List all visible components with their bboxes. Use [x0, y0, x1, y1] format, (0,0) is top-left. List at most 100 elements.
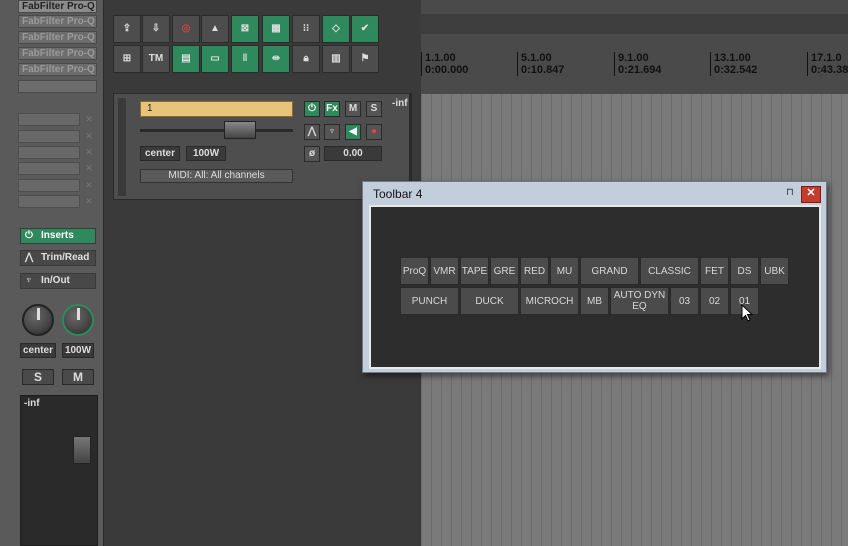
- split-icon[interactable]: ⇹: [262, 45, 290, 73]
- pin-icon[interactable]: ⊓: [786, 187, 798, 199]
- mixer-view-icon[interactable]: ▤: [172, 45, 200, 73]
- tb-mb-button[interactable]: MB: [580, 287, 609, 315]
- lock-icon[interactable]: 🔒︎: [292, 45, 320, 73]
- open-project-icon[interactable]: ⇪: [113, 15, 141, 43]
- metronome-icon[interactable]: ▲: [201, 15, 229, 43]
- io-routing-icon[interactable]: ♆: [324, 124, 340, 140]
- phase-icon[interactable]: ø: [304, 146, 320, 162]
- tb-duck-button[interactable]: DUCK: [460, 287, 519, 315]
- tb-gre-button[interactable]: GRE: [490, 257, 519, 285]
- in-out-label: In/Out: [41, 275, 70, 286]
- region-lane[interactable]: [421, 14, 848, 34]
- tb-ubk-button[interactable]: UBK: [760, 257, 789, 285]
- tm-button[interactable]: TM: [142, 45, 170, 73]
- width-knob[interactable]: [62, 304, 94, 336]
- close-icon[interactable]: ✕: [801, 186, 821, 203]
- tb-grand-button[interactable]: GRAND: [580, 257, 639, 285]
- record-arm-icon[interactable]: ●: [366, 124, 382, 140]
- send-slot[interactable]: [18, 162, 80, 175]
- send-slot[interactable]: [18, 113, 80, 126]
- track-fx-bypass-icon[interactable]: ⏻: [304, 101, 320, 117]
- tb-microch-button[interactable]: MICROCH: [520, 287, 579, 315]
- in-out-button[interactable]: ♆ In/Out: [20, 273, 96, 289]
- trim-read-button[interactable]: ⋀ Trim/Read: [20, 250, 96, 266]
- time-label: 0:10.847: [521, 64, 565, 76]
- bar-label: 17.1.0: [811, 52, 842, 64]
- send-slot[interactable]: [18, 130, 80, 143]
- window-title: Toolbar 4: [373, 187, 423, 201]
- fx-slot-1[interactable]: FabFilter Pro-Q: [18, 0, 97, 13]
- fx-slot-2[interactable]: FabFilter Pro-Q: [18, 15, 97, 28]
- tb-fet-button[interactable]: FET: [700, 257, 729, 285]
- send-remove-icon[interactable]: ✕: [82, 179, 96, 192]
- tb-tape-button[interactable]: TAPE: [460, 257, 489, 285]
- track-fx-button[interactable]: Fx: [324, 101, 340, 117]
- save-project-icon[interactable]: ⇩: [142, 15, 170, 43]
- send-remove-icon[interactable]: ✕: [82, 195, 96, 208]
- columns-icon[interactable]: ‖: [231, 45, 259, 73]
- send-slot[interactable]: [18, 195, 80, 208]
- tb-ds-button[interactable]: DS: [730, 257, 759, 285]
- tb-03-button[interactable]: 03: [670, 287, 699, 315]
- tb-02-button[interactable]: 02: [700, 287, 729, 315]
- time-label: 0:43.38: [811, 64, 848, 76]
- trim-read-label: Trim/Read: [41, 252, 90, 263]
- time-marker: 13.1.00 0:32.542: [710, 52, 757, 76]
- midi-input-selector[interactable]: MIDI: All: All channels: [140, 169, 293, 183]
- tb-red-button[interactable]: RED: [520, 257, 549, 285]
- track-volume-handle[interactable]: [224, 121, 256, 139]
- volume-knob[interactable]: [22, 304, 54, 336]
- grid-icon[interactable]: ⁝⁝: [292, 15, 320, 43]
- trash-icon[interactable]: ▥: [322, 45, 350, 73]
- time-marker: 1.1.00 0:00.000: [421, 52, 468, 76]
- tb-auto-dyn-eq-button[interactable]: AUTO DYN EQ: [610, 287, 669, 315]
- envelope-icon[interactable]: ⋀: [304, 124, 320, 140]
- send-remove-icon[interactable]: ✕: [82, 162, 96, 175]
- tb-classic-button[interactable]: CLASSIC: [640, 257, 699, 285]
- fx-slot-4[interactable]: FabFilter Pro-Q: [18, 47, 97, 60]
- track-pan-label[interactable]: center: [140, 146, 180, 161]
- routing-icon: ♆: [25, 275, 33, 286]
- midi-input-label: MIDI: All: All channels: [168, 170, 265, 181]
- timeline-ruler[interactable]: [421, 0, 848, 94]
- bar-label: 9.1.00: [618, 52, 649, 64]
- tb-punch-button[interactable]: PUNCH: [400, 287, 459, 315]
- track-width-label[interactable]: 100W: [186, 146, 226, 161]
- mixer-solo-button[interactable]: S: [22, 369, 54, 385]
- snap-grid-icon[interactable]: ⊠: [231, 15, 259, 43]
- fx-slot-empty[interactable]: [18, 80, 97, 93]
- insert-track-icon[interactable]: ⊞: [113, 45, 141, 73]
- bar-label: 13.1.00: [714, 52, 751, 64]
- bar-label: 5.1.00: [521, 52, 552, 64]
- send-remove-icon[interactable]: ✕: [82, 113, 96, 126]
- group-icon[interactable]: ▦: [262, 15, 290, 43]
- send-remove-icon[interactable]: ✕: [82, 130, 96, 143]
- fx-slot-5[interactable]: FabFilter Pro-Q: [18, 63, 97, 76]
- tb-vmr-button[interactable]: VMR: [430, 257, 459, 285]
- track-mute-button[interactable]: M: [345, 101, 361, 117]
- walking-play-icon[interactable]: ⚑: [351, 45, 379, 73]
- envelope-icon: ⋀: [25, 252, 34, 263]
- inserts-button[interactable]: ⏻ Inserts: [20, 228, 96, 244]
- track-volume-slider[interactable]: [140, 129, 293, 132]
- send-slot[interactable]: [18, 179, 80, 192]
- power-icon: ⏻: [25, 230, 33, 241]
- folder-icon[interactable]: ▭: [201, 45, 229, 73]
- record-loops-icon[interactable]: ◎: [172, 15, 200, 43]
- chip-check-icon[interactable]: ✔: [351, 15, 379, 43]
- volume-fader[interactable]: [73, 436, 91, 464]
- phase-value[interactable]: 0.00: [324, 146, 382, 161]
- mixer-mute-button[interactable]: M: [62, 369, 94, 385]
- track-name-input[interactable]: 1: [140, 101, 293, 117]
- monitor-icon[interactable]: ◀: [345, 124, 361, 140]
- tb-mu-button[interactable]: MU: [550, 257, 579, 285]
- fx-slot-3[interactable]: FabFilter Pro-Q: [18, 31, 97, 44]
- track-solo-button[interactable]: S: [366, 101, 382, 117]
- ripple-edit-icon[interactable]: ◇: [322, 15, 350, 43]
- mixer-pan-label: center: [20, 343, 56, 358]
- time-marker: 5.1.00 0:10.847: [517, 52, 564, 76]
- send-remove-icon[interactable]: ✕: [82, 146, 96, 159]
- send-slot[interactable]: [18, 146, 80, 159]
- time-marker: 9.1.00 0:21.694: [614, 52, 661, 76]
- tb-proq-button[interactable]: ProQ: [400, 257, 429, 285]
